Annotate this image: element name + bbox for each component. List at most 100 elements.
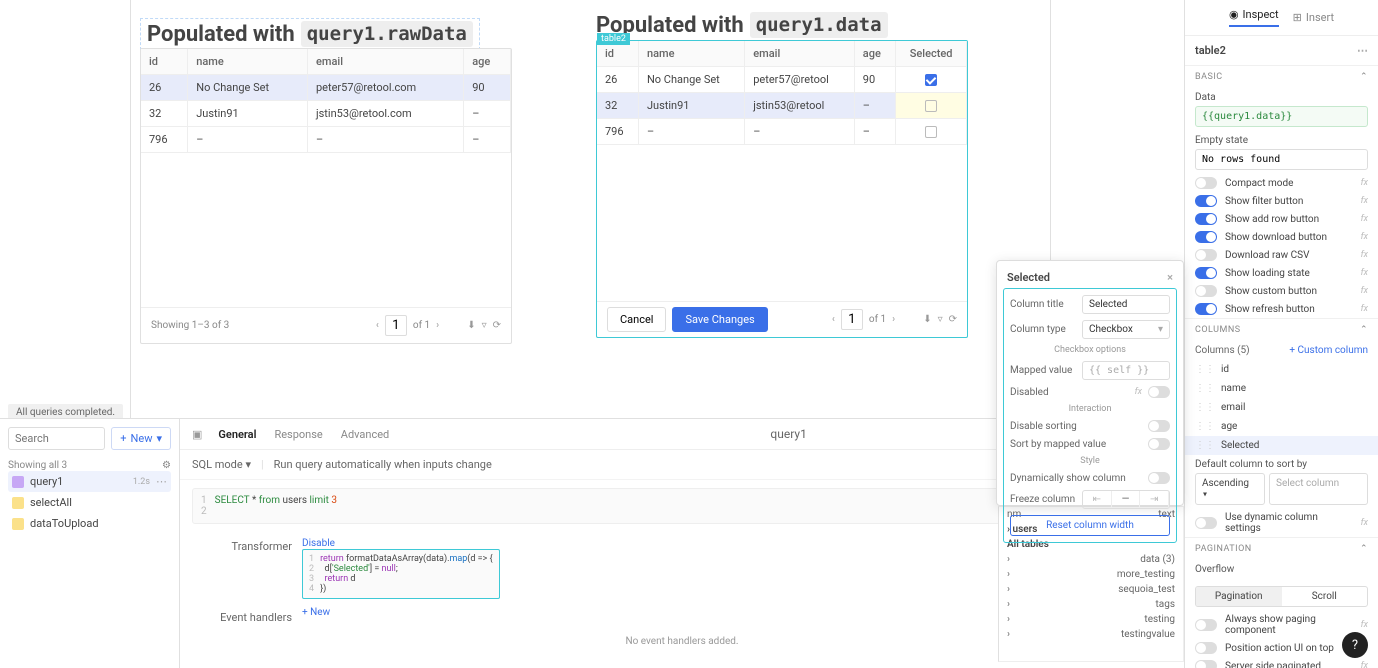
col-name[interactable]: name <box>638 41 744 67</box>
schema-item[interactable]: › testing <box>999 612 1183 627</box>
table-row[interactable]: 796––– <box>141 127 511 153</box>
schema-item[interactable]: › testingvalue <box>999 627 1183 642</box>
sort-dir-select[interactable]: Ascending ▾ <box>1195 473 1265 505</box>
sidebar-item-datatoupload[interactable]: dataToUpload <box>8 513 171 534</box>
checkbox-icon[interactable] <box>925 100 937 112</box>
table-row[interactable]: 26No Change Setpeter57@retool90 <box>597 67 967 93</box>
table2[interactable]: table2 id name email age Selected 26No C… <box>596 40 968 338</box>
collapse-icon[interactable]: ⌃ <box>1360 72 1368 82</box>
tab-general[interactable]: General <box>218 428 256 441</box>
schema-item[interactable]: › data (3) <box>999 552 1183 567</box>
toggle[interactable] <box>1195 285 1217 297</box>
refresh-icon[interactable]: ⟳ <box>949 314 957 325</box>
add-column-link[interactable]: + Custom column <box>1289 345 1368 356</box>
disable-link[interactable]: Disable <box>302 538 335 549</box>
toggle[interactable] <box>1195 303 1217 315</box>
table-row[interactable]: 796––– <box>597 119 967 145</box>
close-icon[interactable]: × <box>1167 271 1173 284</box>
help-button[interactable]: ? <box>1342 632 1368 658</box>
run-mode-select[interactable]: Run query automatically when inputs chan… <box>274 458 492 471</box>
checkbox-icon[interactable] <box>925 74 937 86</box>
column-item[interactable]: ⋮⋮id <box>1185 360 1378 379</box>
column-item[interactable]: ⋮⋮Selected <box>1185 436 1378 455</box>
column-type-select[interactable]: Checkbox ▾ <box>1082 320 1170 339</box>
filter-icon[interactable]: ▿ <box>482 320 487 331</box>
new-handler-link[interactable]: + New <box>302 607 330 618</box>
dyn-show-toggle[interactable] <box>1148 472 1170 484</box>
table-row[interactable]: 32Justin91jstin53@retool– <box>597 93 967 119</box>
drag-icon[interactable]: ⋮⋮ <box>1195 402 1215 413</box>
sort-mapped-toggle[interactable] <box>1148 438 1170 450</box>
download-icon[interactable]: ⬇ <box>467 320 475 331</box>
col-age[interactable]: age <box>854 41 895 67</box>
schema-item[interactable]: › more_testing <box>999 567 1183 582</box>
disabled-toggle[interactable] <box>1148 386 1170 398</box>
toggle[interactable] <box>1195 249 1217 261</box>
sort-col-select[interactable]: Select column <box>1269 473 1368 505</box>
table-row[interactable]: 32Justin91jstin53@retool.com– <box>141 101 511 127</box>
col-email[interactable]: email <box>745 41 855 67</box>
download-icon[interactable]: ⬇ <box>923 314 931 325</box>
tab-advanced[interactable]: Advanced <box>341 428 389 441</box>
tab-inspect[interactable]: ◉ Inspect <box>1229 8 1279 27</box>
tab-insert[interactable]: ⊞ Insert <box>1293 8 1334 27</box>
panel-icon[interactable]: ▣ <box>192 428 202 441</box>
sql-mode-select[interactable]: SQL mode ▾ <box>192 458 251 471</box>
drag-icon[interactable]: ⋮⋮ <box>1195 383 1215 394</box>
prev-icon[interactable]: ‹ <box>376 320 379 331</box>
freeze-segment[interactable]: ⇤—⇥ <box>1082 490 1170 509</box>
toggle[interactable] <box>1195 619 1217 631</box>
cancel-button[interactable]: Cancel <box>607 307 666 332</box>
drag-icon[interactable]: ⋮⋮ <box>1195 440 1215 451</box>
next-icon[interactable]: › <box>436 320 439 331</box>
schema-item[interactable]: › tags <box>999 597 1183 612</box>
collapse-icon[interactable]: ⌃ <box>1360 325 1368 335</box>
toggle[interactable] <box>1195 642 1217 654</box>
toggle[interactable] <box>1195 660 1217 668</box>
more-icon[interactable]: ⋯ <box>156 475 167 488</box>
column-item[interactable]: ⋮⋮name <box>1185 379 1378 398</box>
tab-response[interactable]: Response <box>274 428 322 441</box>
checkbox-icon[interactable] <box>925 126 937 138</box>
search-input[interactable] <box>8 427 105 450</box>
data-input[interactable] <box>1195 106 1368 127</box>
column-title-input[interactable]: Selected <box>1082 295 1170 314</box>
table-row[interactable]: 26No Change Setpeter57@retool.com90 <box>141 75 511 101</box>
overflow-segment[interactable]: PaginationScroll <box>1195 586 1368 607</box>
toggle[interactable] <box>1195 195 1217 207</box>
dyn-cols-toggle[interactable] <box>1195 517 1217 529</box>
col-name[interactable]: name <box>188 49 308 75</box>
save-button[interactable]: Save Changes <box>672 307 767 332</box>
prev-icon[interactable]: ‹ <box>832 314 835 325</box>
settings-icon[interactable]: ⚙ <box>162 460 171 471</box>
drag-icon[interactable]: ⋮⋮ <box>1195 364 1215 375</box>
next-icon[interactable]: › <box>892 314 895 325</box>
col-age[interactable]: age <box>464 49 511 75</box>
column-item[interactable]: ⋮⋮email <box>1185 398 1378 417</box>
reset-width-button[interactable]: Reset column width <box>1010 515 1170 536</box>
mapped-value-input[interactable]: {{ self }} <box>1082 361 1170 380</box>
more-icon[interactable]: ⋯ <box>1357 44 1368 57</box>
column-item[interactable]: ⋮⋮age <box>1185 417 1378 436</box>
sidebar-item-selectall[interactable]: selectAll <box>8 492 171 513</box>
transformer-editor[interactable]: 1234 return formatDataAsArray(data).map(… <box>302 549 500 599</box>
toggle[interactable] <box>1195 267 1217 279</box>
filter-icon[interactable]: ▿ <box>938 314 943 325</box>
col-selected[interactable]: Selected <box>896 41 967 67</box>
disable-sort-toggle[interactable] <box>1148 420 1170 432</box>
toggle[interactable] <box>1195 213 1217 225</box>
drag-icon[interactable]: ⋮⋮ <box>1195 421 1215 432</box>
new-button[interactable]: + New ▾ <box>111 427 171 450</box>
collapse-icon[interactable]: ⌃ <box>1360 544 1368 554</box>
sidebar-item-query1[interactable]: query1 1.2s ⋯ <box>8 471 171 492</box>
empty-input[interactable] <box>1195 149 1368 170</box>
toggle[interactable] <box>1195 177 1217 189</box>
toggle[interactable] <box>1195 231 1217 243</box>
page-input[interactable] <box>841 309 863 330</box>
schema-item[interactable]: › sequoia_test <box>999 582 1183 597</box>
page-input[interactable] <box>385 315 407 336</box>
refresh-icon[interactable]: ⟳ <box>493 320 501 331</box>
table1[interactable]: id name email age 26No Change Setpeter57… <box>140 48 512 344</box>
col-email[interactable]: email <box>307 49 463 75</box>
col-id[interactable]: id <box>141 49 188 75</box>
